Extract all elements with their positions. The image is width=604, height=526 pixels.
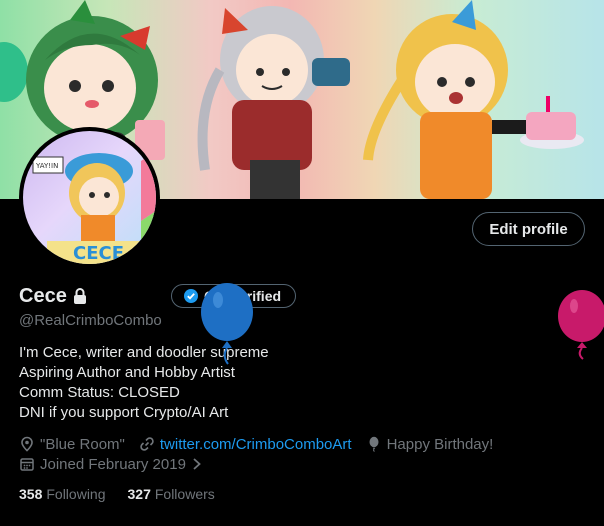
followers-count: 327: [127, 486, 151, 502]
follow-stats: 358 Following 327 Followers: [19, 485, 237, 503]
balloon-pink-decoration: [558, 290, 604, 360]
avatar[interactable]: YAY!IN CECE: [19, 127, 160, 268]
profile-joined-row[interactable]: Joined February 2019: [19, 454, 222, 474]
profile-name-row: Cece: [19, 284, 87, 308]
joined-text: Joined February 2019: [40, 455, 186, 473]
calendar-icon: [20, 458, 34, 471]
chevron-right-icon: [193, 458, 201, 470]
profile-name: Cece: [19, 284, 67, 307]
avatar-image: YAY!IN CECE: [23, 131, 156, 264]
following-link[interactable]: 358 Following: [19, 486, 106, 502]
profile-location: "Blue Room": [19, 436, 125, 453]
bio-line: Aspiring Author and Hobby Artist: [19, 364, 235, 381]
link-icon: [140, 437, 154, 451]
followers-link[interactable]: 327 Followers: [128, 486, 215, 502]
profile-birthday: Happy Birthday!: [366, 435, 494, 453]
balloon-green-left: [0, 42, 28, 102]
location-icon: [21, 436, 33, 452]
banner-character-blonde: [363, 0, 584, 199]
following-count: 358: [19, 486, 43, 502]
balloon-blue-decoration: [201, 283, 253, 365]
profile-handle: @RealCrimboCombo: [19, 312, 162, 329]
lock-icon: [73, 288, 87, 304]
verified-badge-icon: [184, 289, 198, 303]
bio-line: Comm Status: CLOSED: [19, 384, 180, 401]
followers-label: Followers: [154, 486, 215, 502]
edit-profile-button[interactable]: Edit profile: [472, 212, 585, 246]
location-text: "Blue Room": [40, 435, 125, 453]
bio-line: DNI if you support Crypto/AI Art: [19, 404, 229, 421]
website-link[interactable]: twitter.com/CrimboComboArt: [160, 436, 352, 453]
banner-character-grey: [197, 6, 350, 199]
profile-website[interactable]: twitter.com/CrimboComboArt: [139, 436, 352, 453]
avatar-illustration: YAY!IN CECE: [32, 151, 156, 264]
following-label: Following: [46, 486, 106, 502]
avatar-sign-text: YAY!IN: [35, 162, 58, 170]
birthday-text: Happy Birthday!: [386, 435, 494, 453]
profile-joined[interactable]: Joined February 2019: [19, 456, 208, 473]
balloon-icon: [369, 436, 379, 452]
avatar-letters-text: CECE: [73, 243, 124, 264]
profile-meta-row: "Blue Room" twitter.com/CrimboComboArt H…: [19, 434, 507, 454]
